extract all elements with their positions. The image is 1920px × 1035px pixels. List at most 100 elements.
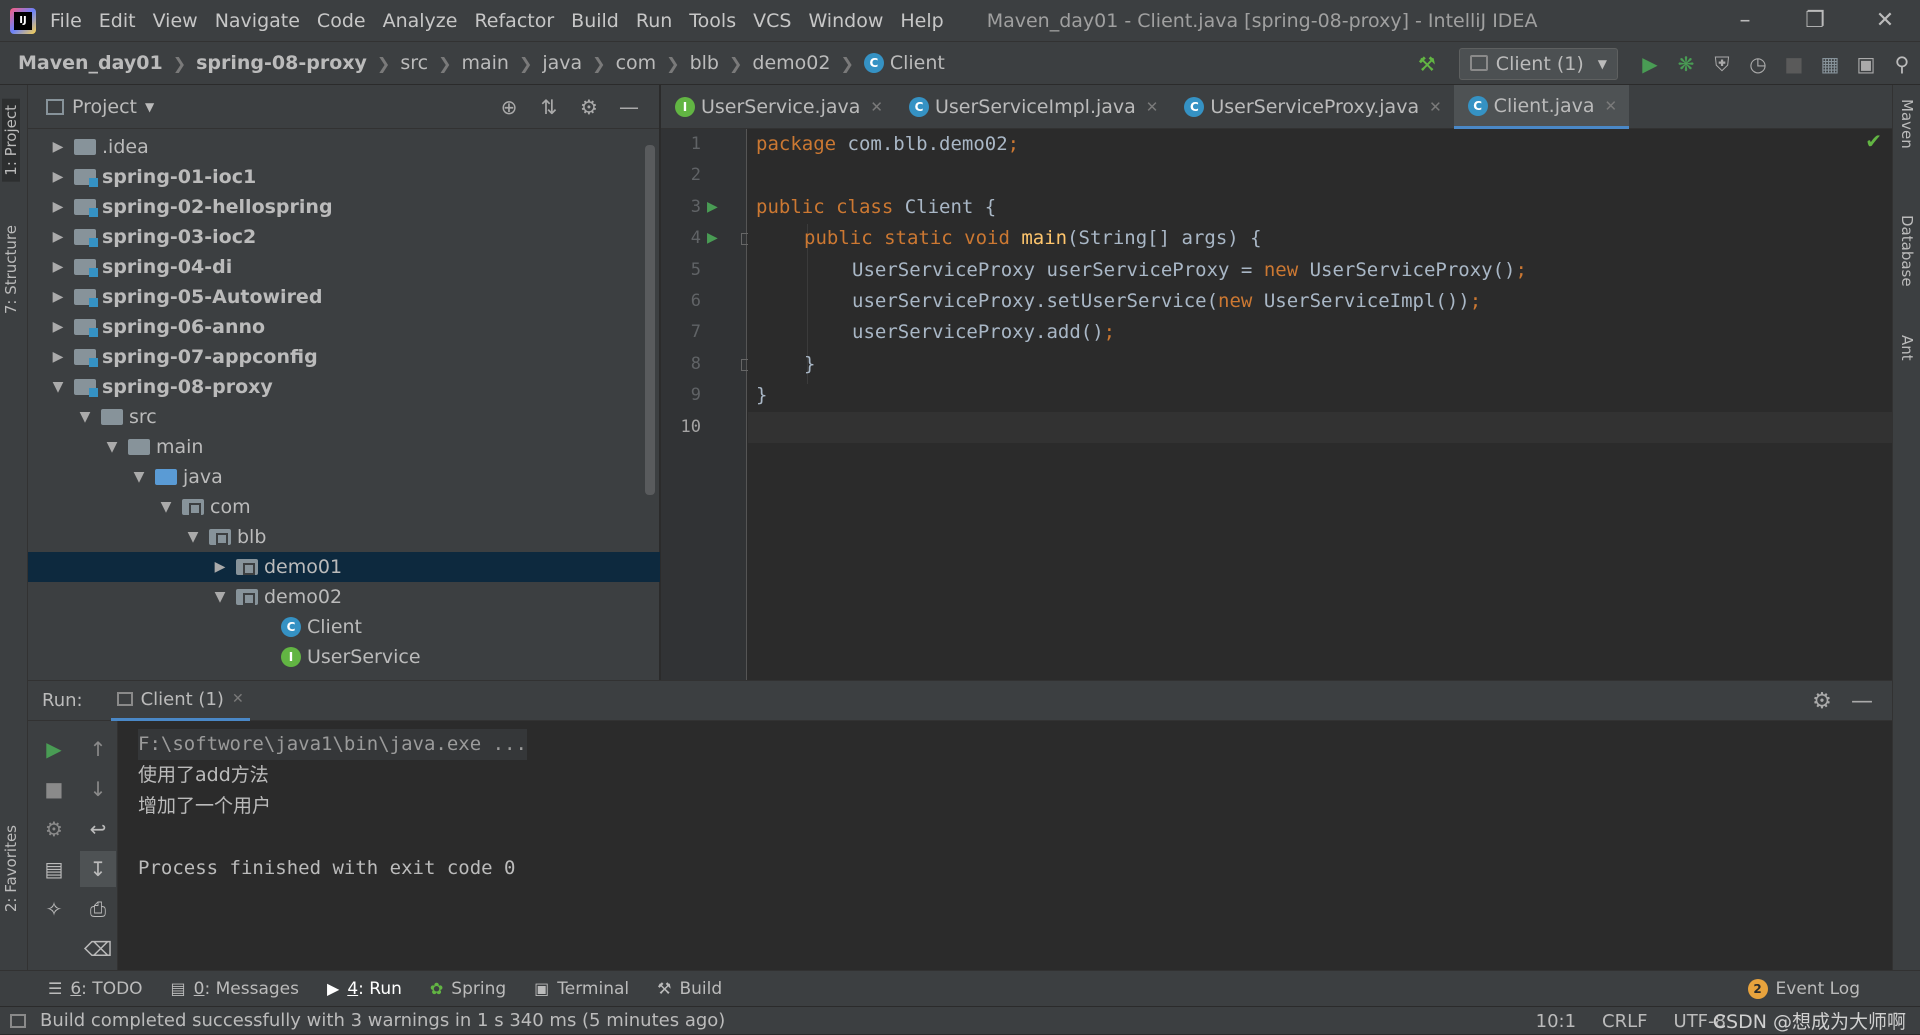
breadcrumb-demo02[interactable]: demo02 [752,52,830,74]
search-icon[interactable]: ⚲ [1884,52,1920,76]
collapse-arrow-icon[interactable]: ▼ [131,469,147,485]
tree-item-idea[interactable]: ▶ .idea [28,132,660,162]
expand-arrow-icon[interactable]: ▶ [50,169,66,185]
tree-item-module[interactable]: ▶ spring-03-ioc2 [28,222,660,252]
tool-terminal[interactable]: ▣ Terminal [534,979,629,999]
restore-icon[interactable]: ❐ [1780,8,1850,33]
run-tab-client[interactable]: Client (1) ✕ [110,681,250,721]
menu-vcs[interactable]: VCS [753,10,791,32]
locate-icon[interactable]: ⊕ [489,95,529,119]
menu-run[interactable]: Run [636,10,672,32]
run-gutter-icon[interactable]: ▶ [707,199,718,215]
expand-arrow-icon[interactable]: ▶ [212,559,228,575]
tree-item-java[interactable]: ▼ java [28,462,660,492]
chevron-down-icon[interactable]: ▼ [145,100,154,114]
breadcrumb-src[interactable]: src [400,52,428,74]
trash-icon[interactable]: ⌫ [80,931,116,967]
run-icon[interactable]: ▶ [1632,52,1668,76]
close-icon[interactable]: ✕ [1605,97,1618,115]
collapse-arrow-icon[interactable]: ▼ [158,499,174,515]
profile-icon[interactable]: ◷ [1740,52,1776,76]
breadcrumb-module[interactable]: spring-08-proxy [196,52,367,74]
tab-favorites[interactable]: 2: Favorites [2,825,20,912]
breadcrumb-blb[interactable]: blb [690,52,719,74]
close-icon[interactable]: ✕ [1146,98,1159,116]
tool-run[interactable]: ▶ 4: Run [327,979,402,999]
breadcrumb-project[interactable]: Maven_day01 [18,52,163,74]
tab-project[interactable]: 1: Project [2,99,20,182]
expand-arrow-icon[interactable]: ▶ [50,319,66,335]
run-config-dropdown[interactable]: Client (1) ▼ [1458,48,1618,80]
collapse-arrow-icon[interactable]: ▼ [212,589,228,605]
line-separator[interactable]: CRLF [1602,1011,1647,1032]
expand-arrow-icon[interactable]: ▶ [50,289,66,305]
console-output[interactable]: F:\softwore\java1\bin\java.exe ... 使用了ad… [118,721,1892,971]
tab-userservice-java[interactable]: I UserService.java ✕ [661,85,895,129]
menu-refactor[interactable]: Refactor [474,10,554,32]
tree-item-module[interactable]: ▼ spring-08-proxy [28,372,660,402]
tab-structure[interactable]: 7: Structure [2,225,20,314]
run-gutter-icon[interactable]: ▶ [707,230,718,246]
tree-item-module[interactable]: ▶ spring-05-Autowired [28,282,660,312]
menu-code[interactable]: Code [317,10,366,32]
tree-item-blb[interactable]: ▼ blb [28,522,660,552]
stop-icon[interactable]: ■ [1776,52,1812,76]
expand-arrow-icon[interactable]: ▶ [50,139,66,155]
print-icon[interactable]: ⎙ [80,891,116,927]
project-structure-icon[interactable]: ▦ [1812,52,1848,76]
menu-edit[interactable]: Edit [99,10,136,32]
status-message[interactable]: Build completed successfully with 3 warn… [40,1010,725,1031]
tool-spring[interactable]: ✿ Spring [430,979,506,999]
status-toggle-icon[interactable] [10,1013,26,1028]
breadcrumb-client[interactable]: C Client [863,52,945,74]
close-icon[interactable]: ✕ [870,98,883,116]
tab-maven[interactable]: Maven [1898,99,1916,149]
gear-icon[interactable]: ⚙ [569,95,609,119]
tree-item-module[interactable]: ▶ spring-06-anno [28,312,660,342]
project-scrollbar[interactable] [645,145,655,495]
breadcrumb-java[interactable]: java [542,52,582,74]
tree-item-module[interactable]: ▶ spring-02-hellospring [28,192,660,222]
minimize-icon[interactable]: – [1710,8,1780,33]
tab-ant[interactable]: Ant [1898,335,1916,361]
caret-position[interactable]: 10:1 [1536,1011,1576,1032]
collapse-all-icon[interactable]: ⇅ [529,95,569,119]
tree-item-client[interactable]: C Client [28,612,660,642]
menu-window[interactable]: Window [808,10,883,32]
gear-icon[interactable]: ⚙ [1802,689,1842,714]
tab-userserviceproxy-java[interactable]: C UserServiceProxy.java ✕ [1170,85,1453,129]
close-icon[interactable]: ✕ [1429,98,1442,116]
debug-icon[interactable]: ❋ [1668,52,1704,76]
pin-icon[interactable]: ✧ [36,891,72,927]
tab-client-java[interactable]: C Client.java ✕ [1453,85,1630,129]
menu-analyze[interactable]: Analyze [383,10,458,32]
up-arrow-icon[interactable]: ↑ [80,731,116,767]
breadcrumb-main[interactable]: main [461,52,508,74]
stop-icon[interactable]: ■ [36,771,72,807]
menu-tools[interactable]: Tools [689,10,736,32]
project-title[interactable]: Project [72,96,137,118]
expand-arrow-icon[interactable]: ▶ [50,259,66,275]
tree-item-userservice[interactable]: I UserService [28,642,660,672]
layout-icon[interactable]: ▤ [36,851,72,887]
hide-icon[interactable]: — [1842,689,1882,714]
tab-userserviceimpl-java[interactable]: C UserServiceImpl.java ✕ [895,85,1170,129]
tree-item-com[interactable]: ▼ com [28,492,660,522]
scroll-to-end-icon[interactable]: ↧ [80,851,116,887]
collapse-arrow-icon[interactable]: ▼ [50,379,66,395]
tree-item-main[interactable]: ▼ main [28,432,660,462]
tree-item-module[interactable]: ▶ spring-04-di [28,252,660,282]
build-hammer-icon[interactable]: ⚒ [1409,52,1445,76]
menu-navigate[interactable]: Navigate [215,10,300,32]
tree-item-module[interactable]: ▶ spring-01-ioc1 [28,162,660,192]
tab-database[interactable]: Database [1898,215,1916,287]
collapse-arrow-icon[interactable]: ▼ [104,439,120,455]
collapse-arrow-icon[interactable]: ▼ [77,409,93,425]
down-arrow-icon[interactable]: ↓ [80,771,116,807]
tree-item-demo02[interactable]: ▼ demo02 [28,582,660,612]
tool-todo[interactable]: ☰ 6: TODO [48,979,143,999]
collapse-arrow-icon[interactable]: ▼ [185,529,201,545]
expand-arrow-icon[interactable]: ▶ [50,199,66,215]
tree-item-module[interactable]: ▶ spring-07-appconfig [28,342,660,372]
terminal-icon[interactable]: ▣ [1848,52,1884,76]
